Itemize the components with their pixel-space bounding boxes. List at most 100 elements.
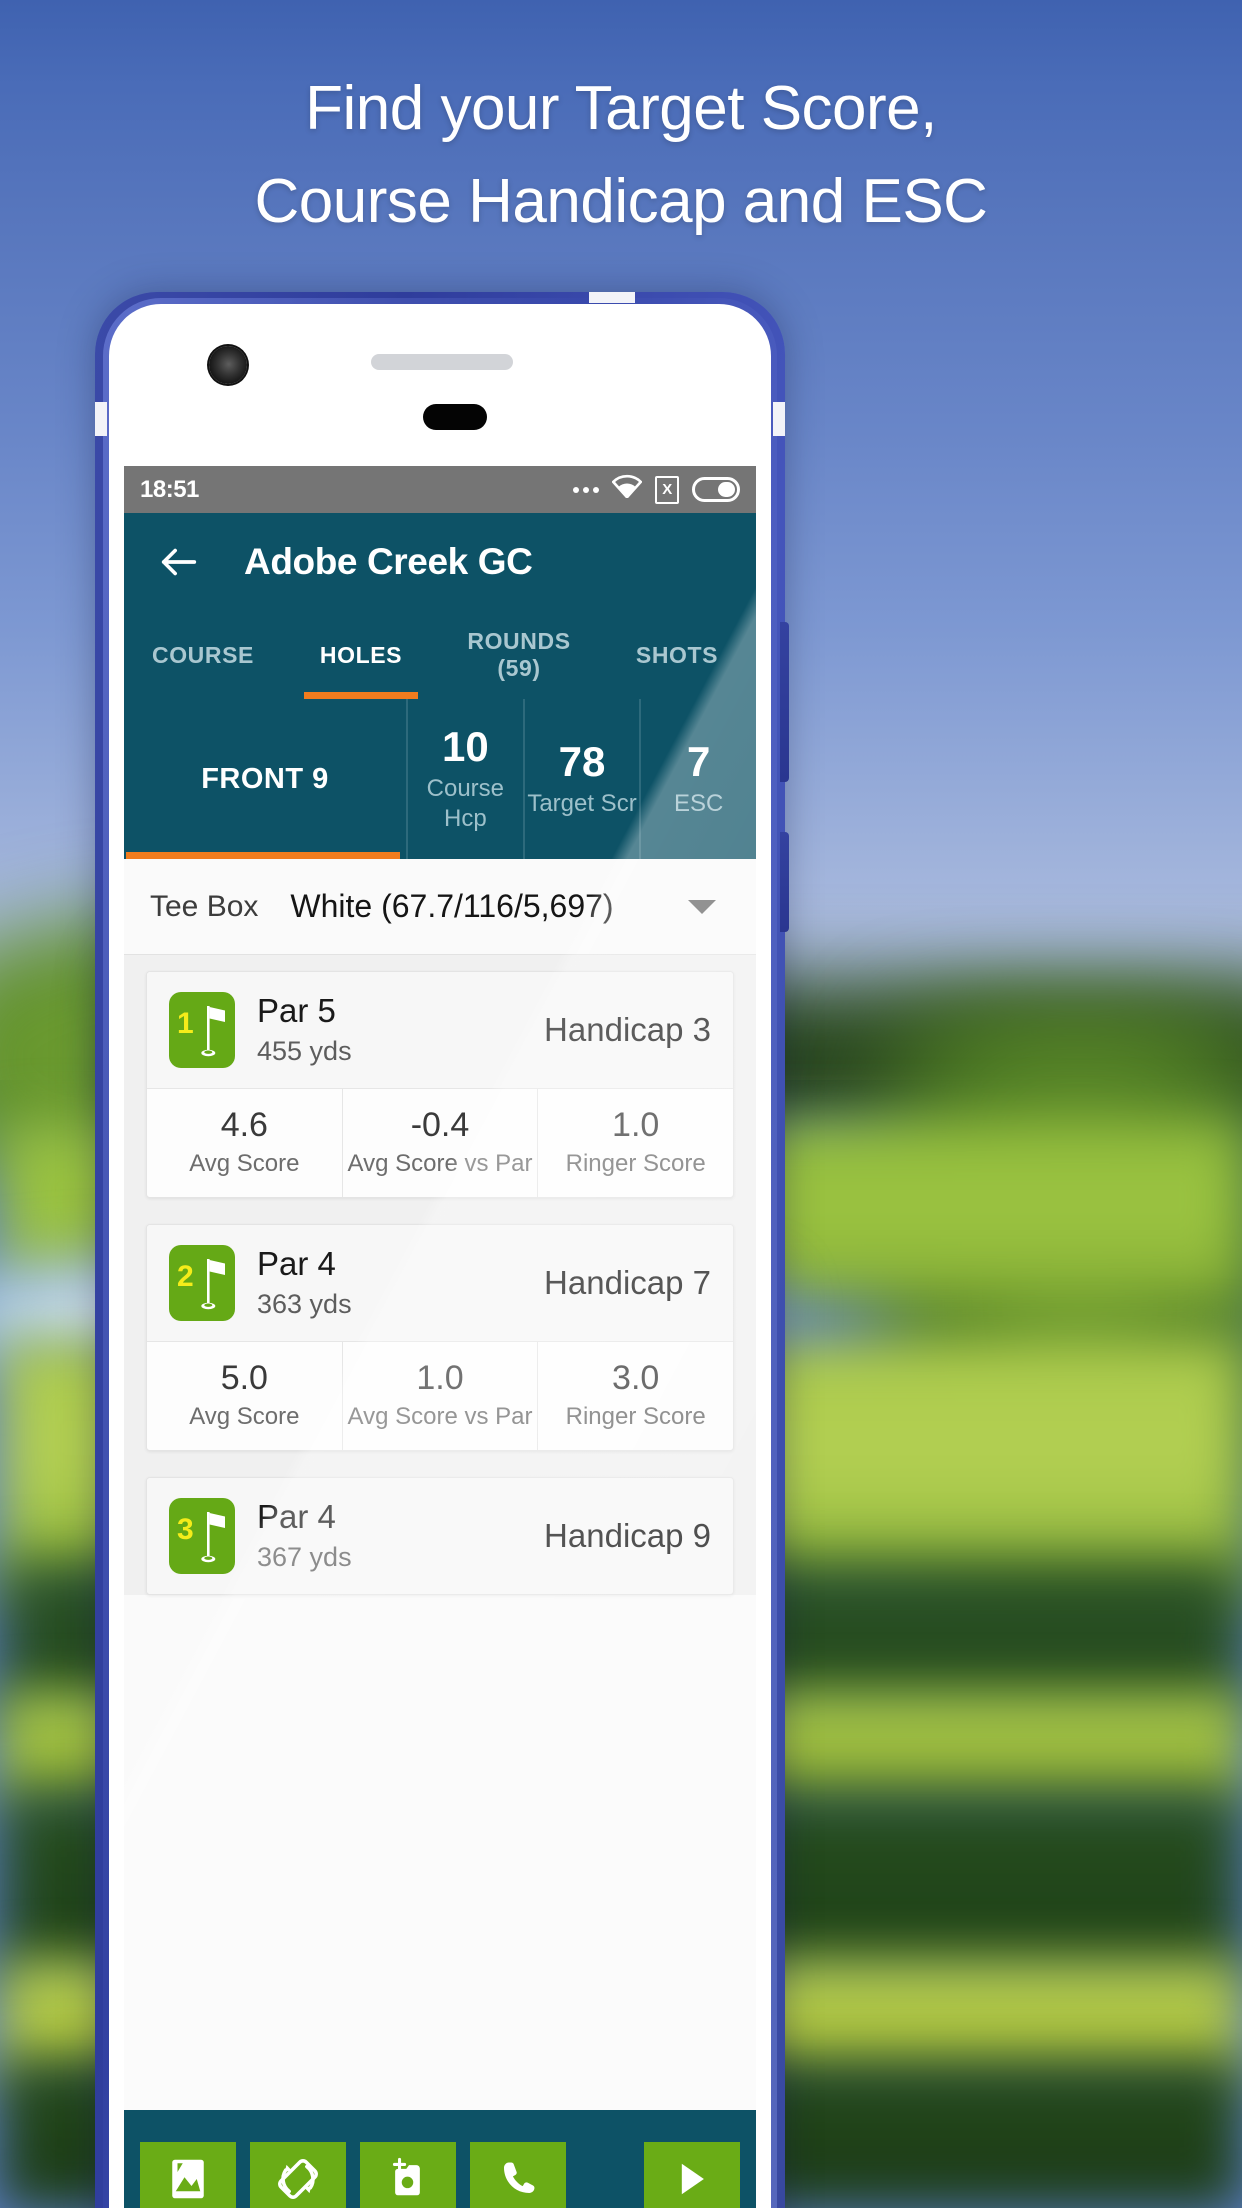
tab-holes[interactable]: HOLES xyxy=(282,611,440,699)
hole-number-badge: 2 xyxy=(169,1245,235,1321)
wifi-icon xyxy=(611,474,643,505)
hole-number: 3 xyxy=(177,1513,194,1546)
hole-list[interactable]: 1 Par 5 455 yds Handicap 3 4.6 Avg Score… xyxy=(124,955,756,1595)
stat-target-score-label: Target Scr xyxy=(527,790,637,817)
antenna-band-top xyxy=(589,292,635,303)
hole-card[interactable]: 2 Par 4 363 yds Handicap 7 5.0 Avg Score… xyxy=(146,1224,734,1451)
hole-stat-ringer: 3.0 Ringer Score xyxy=(537,1342,733,1450)
antenna-band-right xyxy=(773,402,785,436)
golf-flag-icon xyxy=(199,1002,229,1065)
volume-button[interactable] xyxy=(780,622,789,782)
sim-x-icon: X xyxy=(655,475,679,504)
status-bar: 18:51 X xyxy=(124,466,756,513)
add-photo-button[interactable] xyxy=(360,2142,456,2208)
back-arrow-icon[interactable] xyxy=(156,539,202,585)
tab-rounds-label: ROUNDS xyxy=(467,628,571,654)
hole-info: Par 4 363 yds xyxy=(257,1245,352,1321)
front-camera-icon xyxy=(209,346,247,384)
hole-stat-label: Avg Score vs Par xyxy=(347,1403,533,1430)
status-icons: X xyxy=(573,474,740,505)
hole-header: 1 Par 5 455 yds Handicap 3 xyxy=(147,972,733,1088)
power-button[interactable] xyxy=(780,832,789,932)
hole-card[interactable]: 1 Par 5 455 yds Handicap 3 4.6 Avg Score… xyxy=(146,971,734,1198)
hole-stat-avg-vs-par: 1.0 Avg Score vs Par xyxy=(341,1342,538,1450)
hole-header: 3 Par 4 367 yds Handicap 9 xyxy=(147,1478,733,1594)
hole-stat-value: 3.0 xyxy=(612,1359,660,1397)
hole-number: 2 xyxy=(177,1260,194,1293)
hole-stat-avg-vs-par: -0.4 Avg Score vs Par xyxy=(341,1089,538,1197)
sensor-pill xyxy=(423,404,487,430)
bottom-toolbar: ^ xyxy=(124,2110,756,2208)
tab-shots[interactable]: SHOTS xyxy=(598,611,756,699)
phone-call-button[interactable] xyxy=(470,2142,566,2208)
hole-stat-avg-score: 5.0 Avg Score xyxy=(147,1342,342,1450)
add-photo-camera-icon xyxy=(386,2157,430,2206)
stat-course-hcp-value: 10 xyxy=(441,723,489,770)
hole-info: Par 5 455 yds xyxy=(257,992,352,1068)
nine-selector[interactable]: FRONT 9 xyxy=(124,699,406,859)
app-bar: Adobe Creek GC xyxy=(124,513,756,611)
status-time: 18:51 xyxy=(140,475,199,503)
tab-holes-label: HOLES xyxy=(319,641,403,668)
page-title: Adobe Creek GC xyxy=(244,541,533,582)
tab-course-label: COURSE xyxy=(151,641,254,668)
play-icon xyxy=(675,2160,709,2203)
tab-course[interactable]: COURSE xyxy=(124,611,282,699)
hole-stats-row: 5.0 Avg Score 1.0 Avg Score vs Par 3.0 R… xyxy=(147,1341,733,1450)
hole-stat-label: Ringer Score xyxy=(565,1150,706,1177)
nine-selector-label: FRONT 9 xyxy=(201,762,329,795)
stat-course-hcp-label: Course Hcp xyxy=(426,775,505,832)
hole-stat-avg-score: 4.6 Avg Score xyxy=(147,1089,342,1197)
hole-yardage: 367 yds xyxy=(257,1542,352,1572)
hole-stat-value: -0.4 xyxy=(410,1106,470,1144)
hole-header: 2 Par 4 363 yds Handicap 7 xyxy=(147,1225,733,1341)
tee-box-label: Tee Box xyxy=(150,889,259,923)
hole-par: Par 4 xyxy=(257,1245,336,1282)
gallery-image-button[interactable] xyxy=(140,2142,236,2208)
hole-par: Par 4 xyxy=(257,1498,336,1535)
hole-card[interactable]: 3 Par 4 367 yds Handicap 9 xyxy=(146,1477,734,1595)
tab-shots-label: SHOTS xyxy=(635,641,719,668)
hole-stat-label: Ringer Score xyxy=(565,1403,706,1430)
chevron-down-icon[interactable] xyxy=(688,899,716,914)
hole-stat-label: Avg Score xyxy=(189,1150,300,1177)
headline-line-2: Course Handicap and ESC xyxy=(254,167,988,236)
hole-stat-ringer: 1.0 Ringer Score xyxy=(537,1089,733,1197)
stat-esc: 7 ESC xyxy=(639,699,756,859)
summary-stat-strip: FRONT 9 10 Course Hcp 78 Target Scr 7 ES… xyxy=(124,699,756,859)
golf-flag-icon xyxy=(199,1255,229,1318)
hole-number-badge: 1 xyxy=(169,992,235,1068)
stat-target-score: 78 Target Scr xyxy=(522,699,640,859)
hole-number-badge: 3 xyxy=(169,1498,235,1574)
earpiece-speaker xyxy=(371,354,513,370)
battery-icon xyxy=(692,477,740,502)
tee-box-selector[interactable]: Tee Box White (67.7/116/5,697) xyxy=(124,859,756,955)
tab-rounds-count: (59) xyxy=(497,655,541,681)
hole-handicap: Handicap 7 xyxy=(544,1264,711,1301)
hole-yardage: 363 yds xyxy=(257,1289,352,1319)
screen-rotate-button[interactable] xyxy=(250,2142,346,2208)
promo-headline: Find your Target Score, Course Handicap … xyxy=(0,62,1242,248)
screen-rotate-icon xyxy=(275,2156,321,2207)
hole-stat-value: 5.0 xyxy=(220,1359,268,1397)
headline-line-1: Find your Target Score, xyxy=(305,74,937,143)
hole-stat-value: 1.0 xyxy=(612,1106,660,1144)
hole-info: Par 4 367 yds xyxy=(257,1498,352,1574)
phone-body: 18:51 X Adobe Creek GC COURSE HOLES ROUN… xyxy=(109,304,771,2208)
hole-stat-value: 1.0 xyxy=(416,1359,464,1397)
antenna-band-left xyxy=(95,402,107,436)
stat-esc-value: 7 xyxy=(687,738,711,785)
stat-target-score-value: 78 xyxy=(558,738,606,785)
stat-esc-label: ESC xyxy=(674,790,724,817)
play-button[interactable] xyxy=(644,2142,740,2208)
hole-yardage: 455 yds xyxy=(257,1036,352,1066)
stat-course-hcp: 10 Course Hcp xyxy=(406,699,523,859)
hole-par: Par 5 xyxy=(257,992,336,1029)
phone-mockup: 18:51 X Adobe Creek GC COURSE HOLES ROUN… xyxy=(95,292,789,2208)
hole-stats-row: 4.6 Avg Score -0.4 Avg Score vs Par 1.0 … xyxy=(147,1088,733,1197)
tab-bar: COURSE HOLES ROUNDS (59) SHOTS xyxy=(124,611,756,699)
tee-box-value: White (67.7/116/5,697) xyxy=(290,888,614,924)
hole-stat-label: Avg Score vs Par xyxy=(347,1150,533,1177)
tab-rounds[interactable]: ROUNDS (59) xyxy=(440,611,598,699)
gallery-image-icon xyxy=(167,2156,209,2207)
